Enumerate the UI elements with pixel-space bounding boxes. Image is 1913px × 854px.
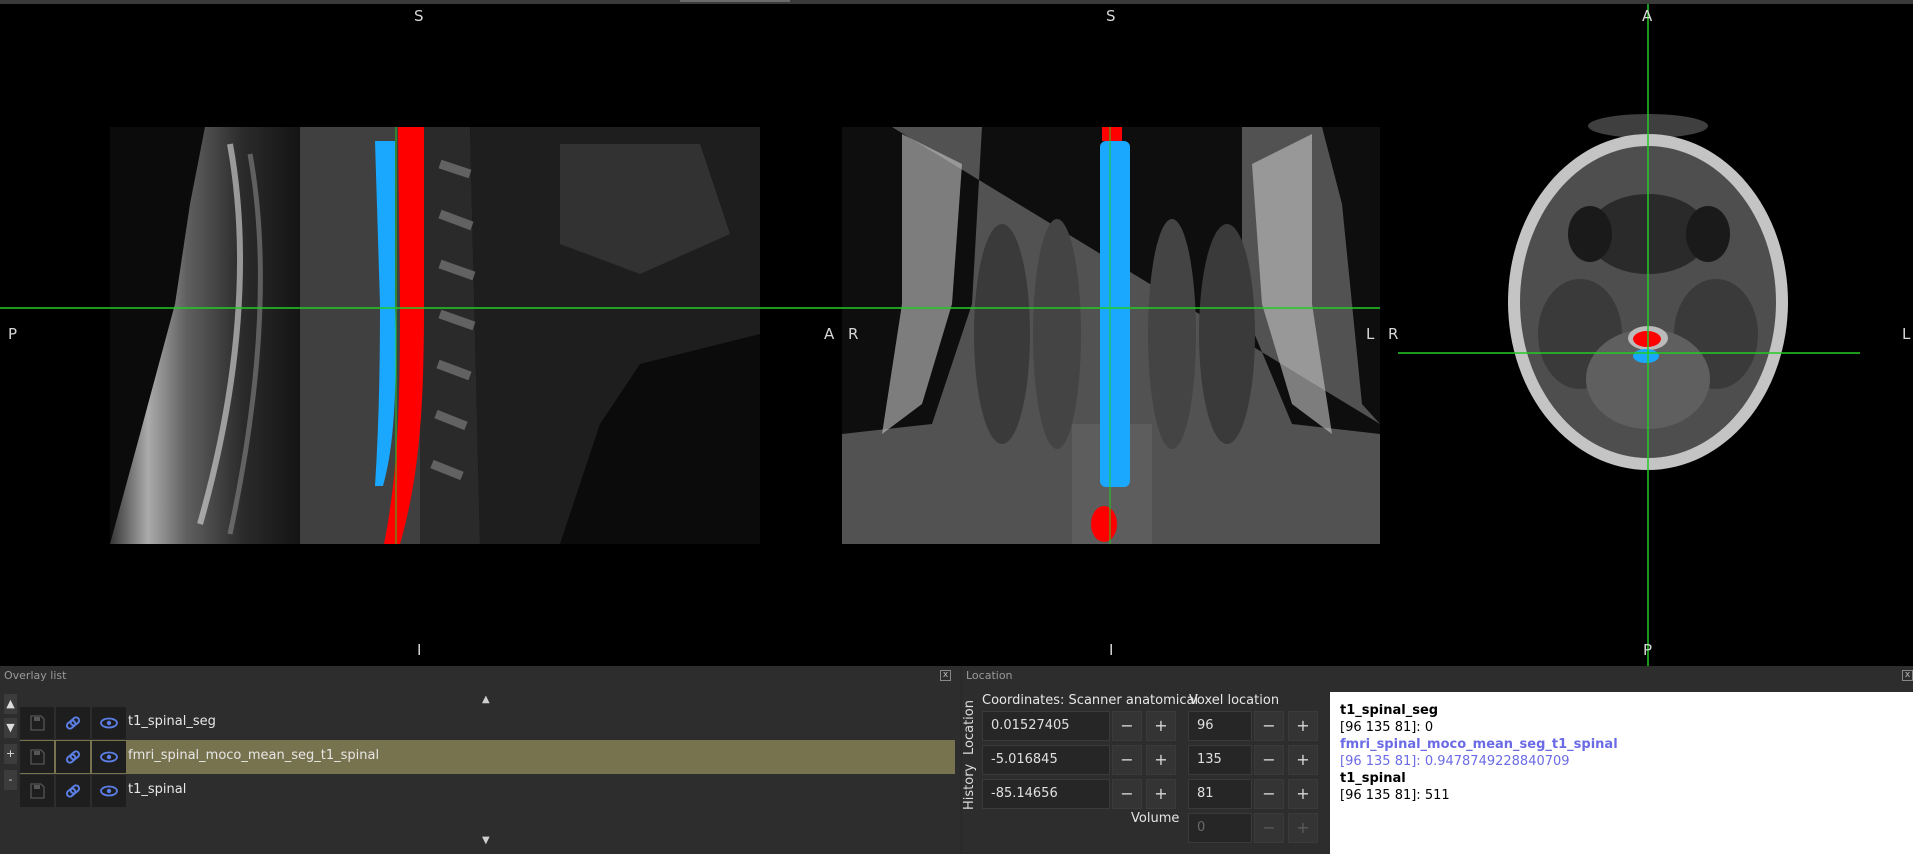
coord-y-decrement[interactable]: −	[1112, 745, 1142, 775]
move-down-button[interactable]: ▼	[4, 718, 17, 738]
voxel-z-increment[interactable]: +	[1288, 779, 1318, 809]
voxel-x-decrement[interactable]: −	[1254, 711, 1284, 741]
volume-increment[interactable]: +	[1288, 813, 1318, 843]
title-strip-segment	[680, 0, 790, 2]
axial-image	[1398, 4, 1860, 666]
list-scroll-up-arrow[interactable]: ▲	[482, 694, 490, 705]
sagittal-image	[0, 127, 842, 544]
voxel-z-decrement[interactable]: −	[1254, 779, 1284, 809]
link-icon[interactable]	[56, 741, 90, 773]
coord-x-decrement[interactable]: −	[1112, 711, 1142, 741]
coronal-label-right: L	[1366, 325, 1375, 343]
overlay-item-fmri-spinal-moco[interactable]: fmri_spinal_moco_mean_seg_t1_spinal	[20, 740, 955, 774]
move-up-button[interactable]: ▲	[4, 694, 17, 714]
save-icon[interactable]	[20, 707, 54, 739]
tab-history[interactable]: History	[962, 762, 980, 812]
voxel-y-field[interactable]: 135	[1188, 745, 1252, 775]
volume-decrement[interactable]: −	[1254, 813, 1284, 843]
voxel-y-increment[interactable]: +	[1288, 745, 1318, 775]
coordinates-header: Coordinates: Scanner anatomical	[982, 693, 1199, 708]
overlay-item-t1-spinal-seg[interactable]: t1_spinal_seg	[20, 706, 955, 740]
tab-location[interactable]: Location	[962, 700, 980, 756]
ortho-viewer[interactable]: S I P A S I R L A P R L	[0, 4, 1913, 666]
overlay-item-t1-spinal[interactable]: t1_spinal	[20, 774, 955, 808]
add-overlay-button[interactable]: +	[4, 744, 17, 764]
coord-x-field[interactable]: 0.01527405	[982, 711, 1110, 741]
bottom-panels: Overlay list x ▲ ▼ + - ▲ ▼ t1_spinal_seg…	[0, 666, 1913, 854]
coord-y-field[interactable]: -5.016845	[982, 745, 1110, 775]
voxel-z-field[interactable]: 81	[1188, 779, 1252, 809]
sagittal-label-right: A	[824, 325, 835, 343]
coronal-label-left: R	[848, 325, 859, 343]
sagittal-label-bottom: I	[417, 641, 422, 659]
info-value: [96 135 81]: 0.9478749228840709	[1340, 754, 1570, 769]
coronal-label-top: S	[1106, 7, 1116, 25]
coord-z-decrement[interactable]: −	[1112, 779, 1142, 809]
axial-label-right: L	[1902, 325, 1911, 343]
coronal-label-bottom: I	[1109, 641, 1114, 659]
voxel-x-increment[interactable]: +	[1288, 711, 1318, 741]
coronal-canvas[interactable]: S I R L	[842, 4, 1380, 666]
eye-icon[interactable]	[92, 741, 126, 773]
info-name: t1_spinal_seg	[1340, 703, 1439, 718]
link-icon[interactable]	[56, 707, 90, 739]
overlay-item-label: t1_spinal_seg	[128, 714, 216, 729]
voxel-location-header: Voxel location	[1189, 693, 1280, 708]
sagittal-label-left: P	[8, 325, 18, 343]
voxel-y-decrement[interactable]: −	[1254, 745, 1284, 775]
coronal-image	[842, 127, 1380, 544]
fsleyes-window: S I P A S I R L A P R L Overlay list x ▲…	[0, 0, 1913, 854]
volume-label: Volume	[1131, 811, 1180, 826]
coord-z-increment[interactable]: +	[1146, 779, 1176, 809]
overlay-list-close-button[interactable]: x	[940, 670, 951, 681]
location-close-button[interactable]: x	[1902, 670, 1913, 681]
remove-overlay-button[interactable]: -	[4, 770, 17, 790]
overlay-list-panel: Overlay list x ▲ ▼ + - ▲ ▼ t1_spinal_seg…	[0, 666, 960, 854]
coord-y-increment[interactable]: +	[1146, 745, 1176, 775]
overlay-list-title: Overlay list	[4, 669, 67, 682]
coord-z-field[interactable]: -85.14656	[982, 779, 1110, 809]
info-value: [96 135 81]: 511	[1340, 788, 1450, 803]
overlay-info-box: t1_spinal_seg [96 135 81]: 0 fmri_spinal…	[1330, 692, 1913, 854]
voxel-x-field[interactable]: 96	[1188, 711, 1252, 741]
eye-icon[interactable]	[92, 707, 126, 739]
save-icon[interactable]	[20, 741, 54, 773]
overlay-item-label: t1_spinal	[128, 782, 187, 797]
location-title: Location	[966, 669, 1013, 682]
axial-label-left: R	[1388, 325, 1399, 343]
volume-field[interactable]: 0	[1188, 813, 1252, 843]
info-name: t1_spinal	[1340, 771, 1406, 786]
axial-label-bottom: P	[1643, 641, 1653, 659]
axial-canvas[interactable]: A P R L	[1380, 4, 1913, 666]
sagittal-label-top: S	[414, 7, 424, 25]
axial-label-top: A	[1642, 7, 1653, 25]
link-icon[interactable]	[56, 775, 90, 807]
list-scroll-down-arrow[interactable]: ▼	[482, 835, 490, 846]
info-value: [96 135 81]: 0	[1340, 720, 1434, 735]
coord-x-increment[interactable]: +	[1146, 711, 1176, 741]
overlay-item-label: fmri_spinal_moco_mean_seg_t1_spinal	[128, 748, 380, 763]
info-name: fmri_spinal_moco_mean_seg_t1_spinal	[1340, 737, 1618, 752]
eye-icon[interactable]	[92, 775, 126, 807]
sagittal-canvas[interactable]: S I P A	[0, 4, 842, 666]
save-icon[interactable]	[20, 775, 54, 807]
